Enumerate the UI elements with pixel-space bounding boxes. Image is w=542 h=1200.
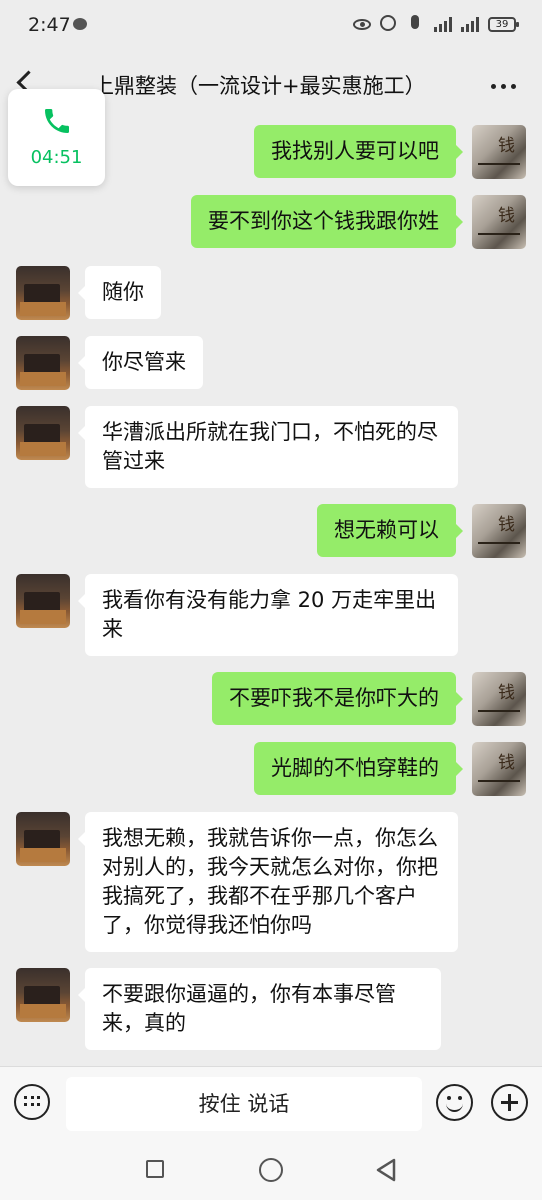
message-bubble[interactable]: 要不到你这个钱我跟你姓 [191,195,463,248]
battery-icon: 39 [488,16,519,32]
contact-avatar[interactable] [16,336,70,390]
chat-title: 上鼎整装（一流设计+最实惠施工） [93,74,426,98]
message-bubble[interactable]: 随你 [78,266,161,319]
recent-apps-icon[interactable] [146,1160,164,1178]
contact-avatar[interactable] [16,812,70,866]
floating-call-window[interactable]: 04:51 [8,89,105,186]
my-avatar[interactable]: 钱 [472,742,526,796]
status-time: 2:47 [28,14,71,36]
chat-notification-icon [73,18,87,30]
message-bubble[interactable]: 光脚的不怕穿鞋的 [254,742,463,795]
message-bubble[interactable]: 我想无赖，我就告诉你一点，你怎么对别人的，我今天就怎么对你，你把我搞死了，我都不… [78,812,458,952]
message-bubble[interactable]: 你尽管来 [78,336,203,389]
status-icons: 39 [353,15,519,33]
more-icon[interactable] [491,84,516,89]
my-avatar[interactable]: 钱 [472,125,526,179]
my-avatar[interactable]: 钱 [472,195,526,249]
my-avatar[interactable]: 钱 [472,504,526,558]
contact-avatar[interactable] [16,266,70,320]
my-avatar[interactable]: 钱 [472,672,526,726]
message-bubble[interactable]: 不要吓我不是你吓大的 [212,672,463,725]
plus-icon[interactable] [491,1084,528,1121]
message-bubble[interactable]: 华漕派出所就在我门口，不怕死的尽管过来 [78,406,458,488]
signal-icon [434,16,452,32]
eye-icon [353,15,371,33]
alarm-icon [380,15,398,33]
mic-icon [407,15,425,33]
message-list: 我找别人要可以吧 钱 要不到你这个钱我跟你姓 钱 随你 你尽管来 华漕派出所就在… [0,116,542,1066]
nav-back-icon[interactable] [374,1157,398,1183]
message-bubble[interactable]: 我找别人要可以吧 [254,125,463,178]
call-duration: 04:51 [30,147,83,168]
home-icon[interactable] [259,1158,283,1182]
message-bubble[interactable]: 不要跟你逼逼的，你有本事尽管来，真的 [78,968,441,1050]
hold-to-talk-button[interactable]: 按住 说话 [66,1077,422,1131]
emoji-icon[interactable] [436,1084,473,1121]
system-nav-bar [0,1141,542,1200]
contact-avatar[interactable] [16,968,70,1022]
message-bubble[interactable]: 我看你有没有能力拿 20 万走牢里出来 [78,574,458,656]
status-bar: 2:47 39 [0,0,542,52]
signal-icon-2 [461,16,479,32]
contact-avatar[interactable] [16,574,70,628]
contact-avatar[interactable] [16,406,70,460]
phone-icon [45,109,69,133]
message-bubble[interactable]: 想无赖可以 [317,504,463,557]
keyboard-icon[interactable] [14,1084,50,1120]
input-bar: 按住 说话 [0,1066,542,1141]
